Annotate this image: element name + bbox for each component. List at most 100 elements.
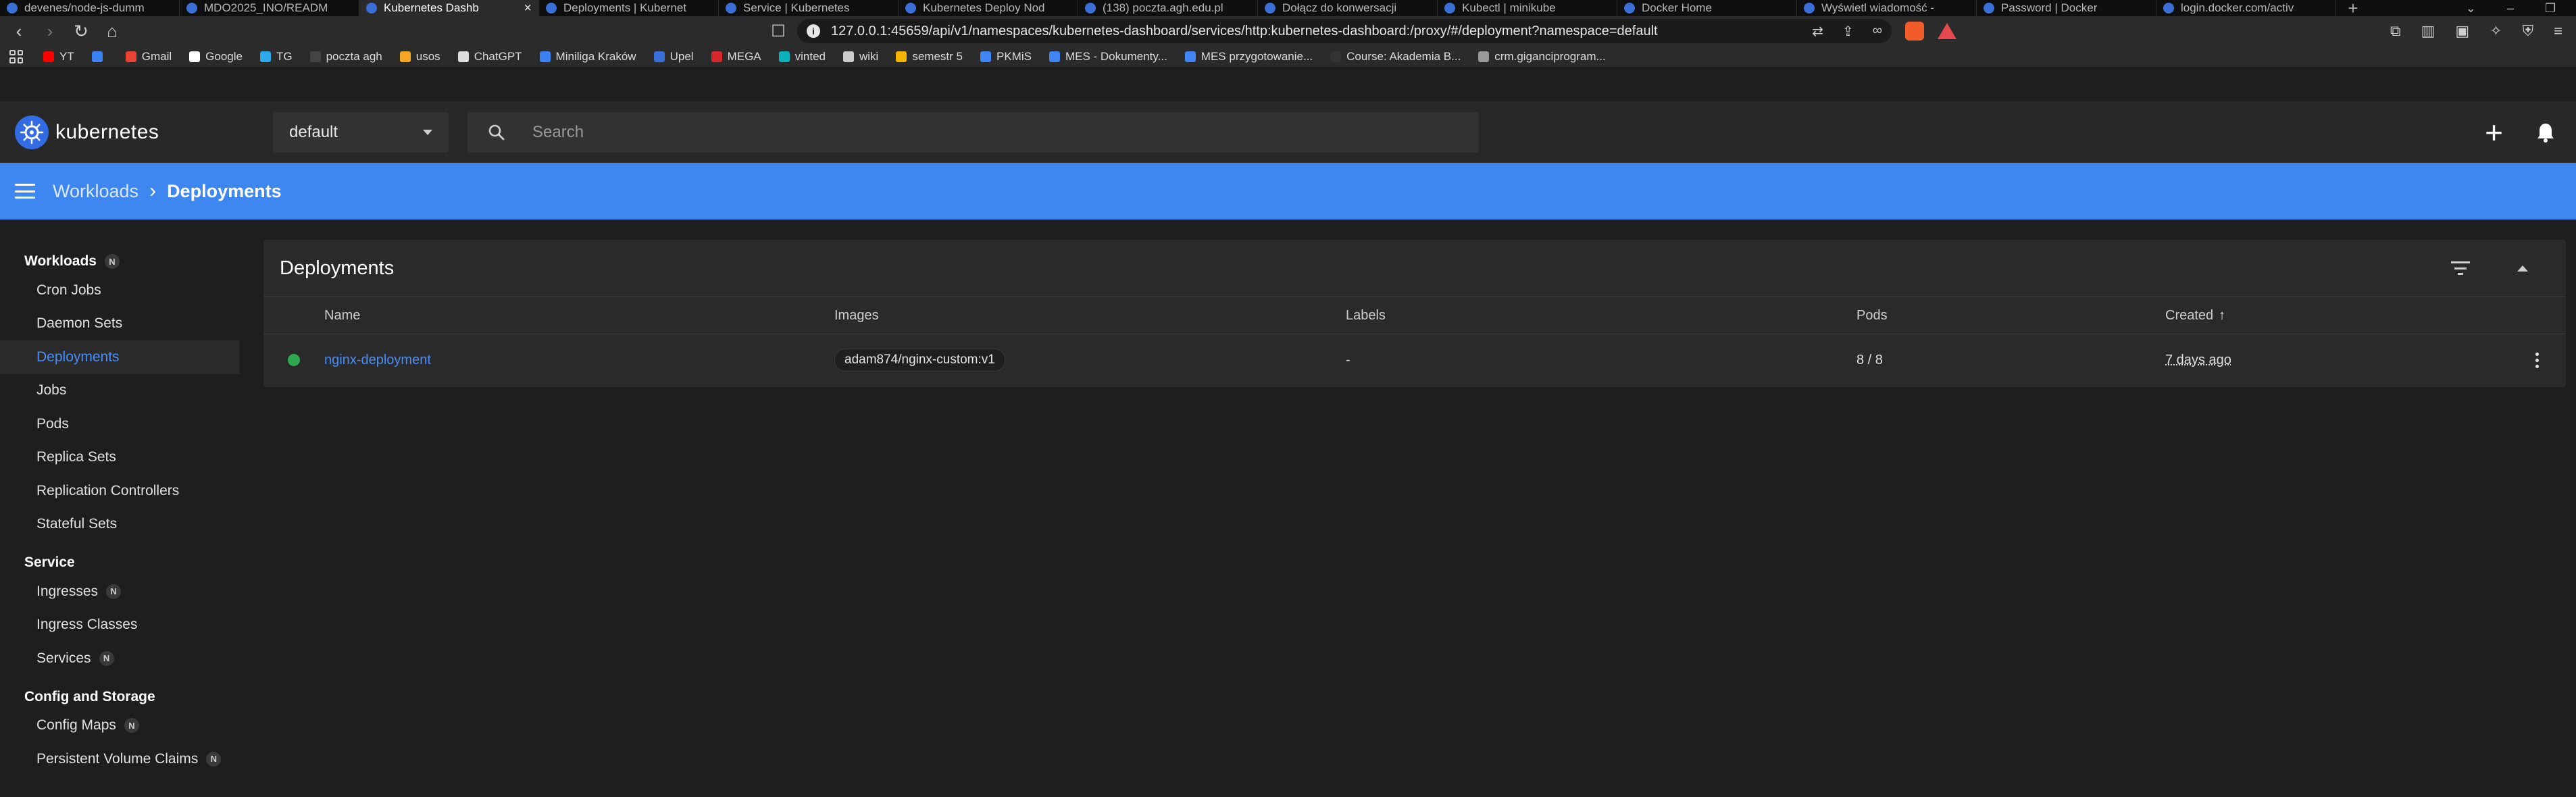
tab-favicon-icon [1984, 3, 1994, 14]
browser-tab[interactable]: login.docker.com/activ [2156, 0, 2336, 16]
sort-ascending-icon[interactable]: ↑ [2219, 308, 2225, 324]
share-icon[interactable]: ⇪ [1842, 23, 1854, 40]
sidebar-item-persistent-volume-claims[interactable]: Persistent Volume Claims N [0, 742, 240, 776]
sidebar-item-daemon-sets[interactable]: Daemon Sets [0, 307, 240, 341]
sidebar-section-config-and-storage[interactable]: Config and Storage [0, 685, 250, 709]
vpn-icon[interactable]: ⛨ [2523, 22, 2534, 40]
sidebar-toggle-icon[interactable]: ▥ [2421, 22, 2435, 40]
bookmark-item[interactable]: Gmail [125, 50, 172, 63]
site-info-icon[interactable]: i [807, 24, 820, 38]
bookmark-item[interactable]: YT [43, 50, 74, 63]
sidebar-item-label: Services [36, 650, 91, 666]
bookmark-item[interactable]: MES przygotowanie... [1184, 50, 1313, 63]
notifications-bell-icon[interactable] [2537, 122, 2554, 143]
reload-icon[interactable]: ↻ [69, 19, 93, 43]
column-header-images: Images [834, 307, 879, 323]
browser-tab[interactable]: Kubernetes Dashb × [359, 0, 539, 16]
bookmark-label: TG [276, 49, 293, 63]
card-title: Deployments [280, 257, 395, 279]
search-box[interactable] [468, 111, 1479, 153]
bookmark-item[interactable] [91, 50, 108, 63]
sidebar-item-ingresses[interactable]: Ingresses N [0, 575, 240, 609]
browser-tab[interactable]: Wyświetl wiadomość - [1797, 0, 1977, 16]
bookmark-item[interactable]: PKMiS [980, 50, 1032, 63]
browser-tab[interactable]: (138) poczta.agh.edu.pl [1078, 0, 1258, 16]
breadcrumb-workloads-link[interactable]: Workloads [53, 181, 138, 202]
search-input[interactable] [532, 122, 1411, 142]
leo-ai-icon[interactable]: ✧ [2490, 22, 2502, 40]
browser-tab[interactable]: Deployments | Kubernet [539, 0, 719, 16]
bookmark-item[interactable]: usos [399, 50, 440, 63]
browser-tab[interactable]: Password | Docker [1977, 0, 2156, 16]
sidebar-item-config-maps[interactable]: Config Maps N [0, 709, 240, 743]
column-header-name[interactable]: Name [324, 308, 834, 324]
bookmark-page-icon[interactable]: ☐ [766, 22, 790, 41]
filter-icon[interactable] [2451, 261, 2470, 275]
more-actions-icon[interactable] [2535, 352, 2539, 368]
bookmark-item[interactable]: wiki [843, 50, 878, 63]
sidebar-item-services[interactable]: Services N [0, 642, 240, 675]
sidebar-section-title: Service [24, 555, 75, 570]
browser-tab[interactable]: Dołącz do konwersacji [1258, 0, 1438, 16]
column-header-created[interactable]: Created ↑ [2165, 308, 2503, 324]
sidebar-item-pods[interactable]: Pods [0, 407, 240, 441]
hamburger-menu-icon[interactable] [15, 184, 35, 199]
bookmark-item[interactable]: Miniliga Kraków [539, 50, 636, 63]
menu-icon[interactable]: ≡ [2554, 22, 2562, 40]
sidebar-item-jobs[interactable]: Jobs [0, 374, 240, 408]
browser-tab[interactable]: Docker Home [1617, 0, 1797, 16]
bookmark-item[interactable]: vinted [778, 50, 826, 63]
bookmark-item[interactable]: semestr 5 [896, 50, 963, 63]
rewards-warning-icon[interactable] [1938, 23, 1956, 39]
apps-grid-icon[interactable] [9, 49, 23, 63]
bookmark-item[interactable]: TG [259, 49, 293, 63]
url-text[interactable]: 127.0.0.1:45659/api/v1/namespaces/kubern… [831, 24, 1812, 39]
bookmark-item[interactable]: crm.gigancіprogram... [1478, 50, 1606, 63]
sidebar-item-ingress-classes[interactable]: Ingress Classes [0, 609, 240, 642]
collapse-card-icon[interactable] [2517, 265, 2528, 272]
bookmark-item[interactable]: Course: Akademia B... [1330, 50, 1461, 63]
created-value[interactable]: 7 days ago [2165, 353, 2231, 368]
address-bar[interactable]: i 127.0.0.1:45659/api/v1/namespaces/kube… [797, 19, 1892, 43]
sidebar-item-stateful-sets[interactable]: Stateful Sets [0, 508, 240, 542]
sidebar-item-deployments[interactable]: Deployments [0, 340, 240, 374]
created-cell: 7 days ago [2165, 353, 2503, 368]
extensions-icon[interactable]: ⧉ [2390, 22, 2401, 40]
wallet-icon[interactable]: ▣ [2455, 22, 2469, 40]
tab-label: Kubectl | minikube [1462, 1, 1556, 14]
namespaced-badge: N [206, 751, 222, 767]
bookmark-item[interactable]: Upel [653, 50, 694, 63]
bookmark-item[interactable]: ChatGPT [457, 50, 522, 63]
deployment-link[interactable]: nginx-deployment [324, 353, 431, 367]
browser-tab[interactable]: devenes/node-js-dumm [0, 0, 180, 16]
sidebar-item-cron-jobs[interactable]: Cron Jobs [0, 274, 240, 307]
browser-tab[interactable]: Kubernetes Deploy Nod [899, 0, 1078, 16]
tab-close-icon[interactable]: × [524, 1, 532, 16]
tab-list-chevron-icon[interactable]: ⌄ [2466, 1, 2476, 16]
minimize-icon[interactable]: – [2507, 1, 2514, 16]
brave-shields-icon[interactable] [1905, 22, 1924, 41]
k8s-logo[interactable]: kubernetes [15, 115, 258, 149]
bookmark-item[interactable]: MEGA [711, 50, 761, 63]
home-icon[interactable]: ⌂ [100, 19, 124, 43]
sidebar-item-replica-sets[interactable]: Replica Sets [0, 441, 240, 475]
create-resource-icon[interactable]: + [2485, 117, 2503, 148]
image-chip: adam874/nginx-custom:v1 [834, 349, 1005, 371]
sidebar-section-workloads[interactable]: Workloads N [0, 249, 250, 274]
restore-icon[interactable]: ❐ [2545, 1, 2556, 16]
link-icon[interactable]: ∞ [1873, 23, 1882, 40]
forward-icon[interactable]: › [38, 19, 62, 43]
translate-icon[interactable]: ⇄ [1812, 23, 1823, 40]
namespace-selector[interactable]: default [273, 111, 449, 153]
browser-tab[interactable]: MDO2025_INO/READM [180, 0, 359, 16]
bookmark-item[interactable]: Google [189, 50, 243, 63]
bookmark-label: PKMiS [996, 49, 1032, 63]
sidebar-item-replication-controllers[interactable]: Replication Controllers [0, 474, 240, 508]
browser-tab[interactable]: Kubectl | minikube [1438, 0, 1617, 16]
new-tab-button[interactable]: + [2336, 0, 2370, 16]
browser-tab[interactable]: Service | Kubernetes [719, 0, 899, 16]
back-icon[interactable]: ‹ [7, 19, 31, 43]
bookmark-item[interactable]: poczta agh [309, 50, 382, 63]
sidebar-section-service[interactable]: Service [0, 550, 250, 575]
bookmark-item[interactable]: MES - Dokumenty... [1049, 50, 1167, 63]
